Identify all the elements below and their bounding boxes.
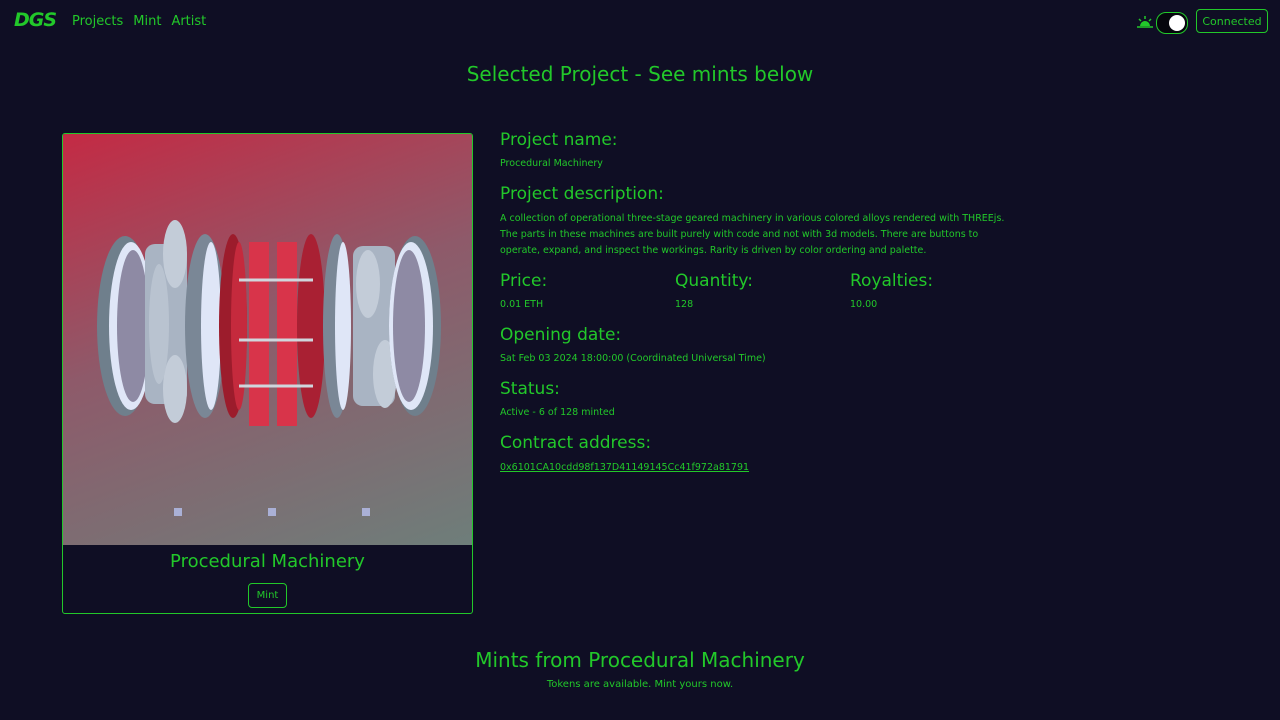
nav-links: Projects Mint Artist (72, 14, 206, 29)
contract-address-link[interactable]: 0x6101CA10cdd98f137D41149145Cc41f972a817… (500, 460, 749, 476)
opening-date: Sat Feb 03 2024 18:00:00 (Coordinated Un… (500, 353, 766, 364)
nav-link-mint[interactable]: Mint (133, 14, 161, 29)
toggle-knob (1169, 15, 1185, 31)
royalties-value: 10.00 (850, 299, 878, 310)
mint-button[interactable]: Mint (248, 583, 287, 608)
top-nav: DGS Projects Mint Artist Connected (0, 0, 1280, 44)
page-title: Selected Project - See mints below (466, 62, 814, 86)
status-label: Status: (500, 379, 560, 399)
theme-toggle[interactable] (1156, 12, 1188, 34)
price-label: Price: (500, 271, 548, 291)
connected-button[interactable]: Connected (1196, 9, 1268, 33)
mints-subtitle: Tokens are available. Mint yours now. (546, 679, 734, 690)
price-value: 0.01 ETH (500, 299, 544, 310)
opening-date-label: Opening date: (500, 325, 622, 345)
royalties-label: Royalties: (850, 271, 934, 291)
site-logo[interactable]: DGS (14, 9, 57, 31)
project-name-label: Project name: (500, 130, 618, 150)
nav-link-projects[interactable]: Projects (72, 14, 123, 29)
quantity-label: Quantity: (675, 271, 753, 291)
project-name: Procedural Machinery (500, 158, 603, 169)
sun-icon (1137, 16, 1153, 28)
status-value: Active - 6 of 128 minted (500, 407, 615, 418)
mints-title: Mints from Procedural Machinery (475, 648, 805, 672)
project-card: Procedural Machinery Mint (62, 133, 473, 614)
contract-address-label: Contract address: (500, 433, 652, 453)
quantity-value: 128 (675, 299, 694, 310)
card-title: Procedural Machinery (170, 551, 365, 572)
theme-switch (1136, 12, 1188, 34)
project-description: A collection of operational three-stage … (500, 213, 1005, 256)
nav-link-artist[interactable]: Artist (171, 14, 206, 29)
project-artwork (63, 134, 472, 545)
project-description-label: Project description: (500, 184, 664, 204)
